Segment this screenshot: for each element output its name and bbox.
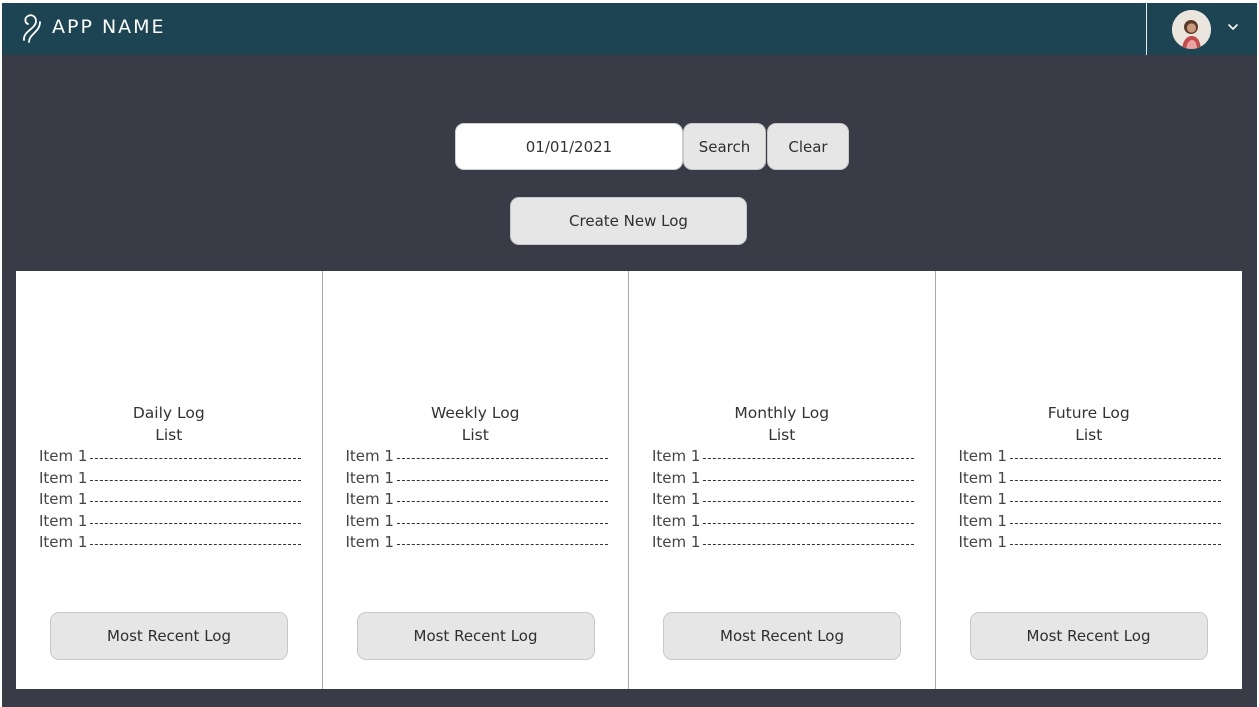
chevron-down-icon[interactable] [1226, 20, 1240, 34]
panel-title: Daily Log List [16, 402, 322, 446]
list-item-label: Item 1 [652, 533, 702, 551]
list-item-label: Item 1 [39, 468, 89, 487]
list-item-label: Item 1 [958, 490, 1008, 508]
list-item-label: Item 1 [958, 447, 1008, 465]
list-item: Item 1 [958, 468, 1221, 490]
app-frame: APP NAME Search Clear Create New Log Dai… [0, 0, 1259, 707]
list-item: Item 1 [958, 446, 1221, 468]
list-item-label: Item 1 [652, 468, 702, 487]
list-item-label: Item 1 [345, 468, 395, 487]
future-log-panel: Future Log List Item 1 Item 1 Item 1 Ite… [936, 271, 1243, 689]
most-recent-monthly-log-button[interactable]: Most Recent Log [663, 612, 901, 660]
log-panels: Daily Log List Item 1 Item 1 Item 1 Item… [16, 271, 1242, 689]
list-item-label: Item 1 [39, 511, 89, 530]
list-item: Item 1 [39, 511, 301, 533]
user-avatar[interactable] [1172, 10, 1211, 49]
list-item: Item 1 [39, 532, 301, 554]
panel-subtitle-text: List [155, 426, 183, 444]
list-item: Item 1 [39, 489, 301, 511]
panel-title: Future Log List [936, 402, 1243, 446]
most-recent-weekly-log-button[interactable]: Most Recent Log [356, 612, 595, 660]
panel-title: Monthly Log List [629, 402, 935, 446]
list-item: Item 1 [958, 489, 1221, 511]
list-item-label: Item 1 [39, 533, 89, 551]
list-item: Item 1 [345, 489, 608, 511]
most-recent-future-log-button[interactable]: Most Recent Log [969, 612, 1208, 660]
search-button[interactable]: Search [683, 123, 766, 170]
list-item-label: Item 1 [39, 490, 89, 508]
list-item-label: Item 1 [958, 468, 1008, 487]
daily-log-panel: Daily Log List Item 1 Item 1 Item 1 Item… [16, 271, 323, 689]
list-item: Item 1 [39, 446, 301, 468]
list-item: Item 1 [345, 446, 608, 468]
top-bar: APP NAME [2, 3, 1257, 55]
date-search-input[interactable] [455, 123, 683, 170]
list-item-label: Item 1 [39, 447, 89, 465]
create-new-log-button[interactable]: Create New Log [510, 197, 747, 245]
list-item-label: Item 1 [345, 490, 395, 508]
list-item: Item 1 [958, 532, 1221, 554]
clear-button[interactable]: Clear [767, 123, 849, 170]
app-logo-icon [23, 14, 41, 43]
list-item: Item 1 [345, 532, 608, 554]
list-item-label: Item 1 [652, 511, 702, 530]
list-item-label: Item 1 [345, 447, 395, 465]
log-item-list: Item 1 Item 1 Item 1 Item 1 Item 1 [39, 446, 301, 554]
panel-title-text: Future Log [1047, 404, 1130, 422]
list-item-label: Item 1 [345, 533, 395, 551]
log-item-list: Item 1 Item 1 Item 1 Item 1 Item 1 [958, 446, 1221, 554]
list-item: Item 1 [345, 468, 608, 490]
list-item: Item 1 [652, 468, 914, 490]
log-item-list: Item 1 Item 1 Item 1 Item 1 Item 1 [652, 446, 914, 554]
panel-title: Weekly Log List [323, 402, 629, 446]
list-item-label: Item 1 [345, 511, 395, 530]
monthly-log-panel: Monthly Log List Item 1 Item 1 Item 1 It… [629, 271, 936, 689]
list-item: Item 1 [39, 468, 301, 490]
list-item-label: Item 1 [958, 511, 1008, 530]
list-item: Item 1 [652, 446, 914, 468]
panel-subtitle-text: List [1075, 426, 1103, 444]
panel-subtitle-text: List [461, 426, 489, 444]
panel-subtitle-text: List [768, 426, 796, 444]
log-item-list: Item 1 Item 1 Item 1 Item 1 Item 1 [345, 446, 608, 554]
list-item: Item 1 [652, 532, 914, 554]
app-name: APP NAME [52, 16, 166, 38]
weekly-log-panel: Weekly Log List Item 1 Item 1 Item 1 Ite… [323, 271, 629, 689]
list-item-label: Item 1 [958, 533, 1008, 551]
topbar-divider [1146, 3, 1147, 55]
list-item: Item 1 [345, 511, 608, 533]
panel-title-text: Monthly Log [734, 404, 830, 422]
avatar-image [1172, 10, 1211, 49]
list-item: Item 1 [652, 489, 914, 511]
list-item: Item 1 [652, 511, 914, 533]
most-recent-daily-log-button[interactable]: Most Recent Log [50, 612, 288, 660]
list-item-label: Item 1 [652, 490, 702, 508]
panel-title-text: Daily Log [132, 404, 205, 422]
list-item-label: Item 1 [652, 447, 702, 465]
panel-title-text: Weekly Log [430, 404, 520, 422]
list-item: Item 1 [958, 511, 1221, 533]
